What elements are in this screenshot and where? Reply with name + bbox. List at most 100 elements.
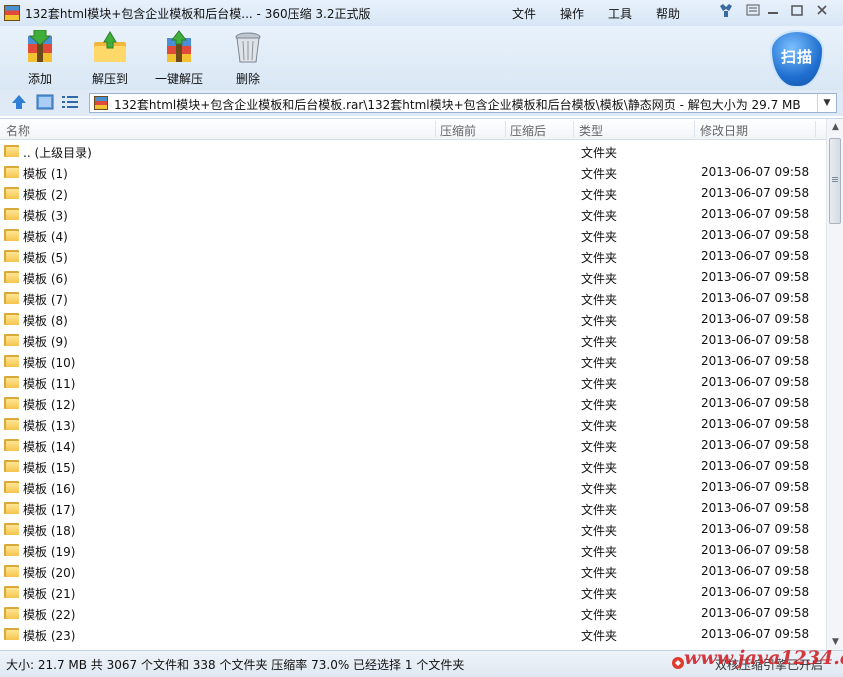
chevron-down-icon[interactable]: ▼ — [817, 94, 836, 112]
scroll-up-icon[interactable]: ▲ — [827, 119, 843, 136]
file-date: 2013-06-07 09:58 — [701, 627, 810, 641]
table-row[interactable]: 模板 (1) 文件夹 2013-06-07 09:58 — [0, 161, 826, 182]
table-row[interactable]: 模板 (12) 文件夹 2013-06-07 09:58 — [0, 392, 826, 413]
file-date: 2013-06-07 09:58 — [701, 564, 810, 578]
close-icon[interactable] — [811, 3, 833, 21]
column-size-after[interactable]: 压缩后 — [510, 122, 546, 139]
table-row[interactable]: 模板 (13) 文件夹 2013-06-07 09:58 — [0, 413, 826, 434]
menu-file[interactable]: 文件 — [500, 4, 548, 23]
file-name: 模板 (20) — [23, 566, 76, 580]
file-date: 2013-06-07 09:58 — [701, 543, 810, 557]
column-divider[interactable] — [573, 121, 574, 137]
table-row[interactable]: 模板 (19) 文件夹 2013-06-07 09:58 — [0, 539, 826, 560]
file-type: 文件夹 — [581, 251, 618, 265]
one-click-extract-button[interactable]: 一键解压 — [153, 30, 205, 87]
extract-to-button[interactable]: 解压到 — [88, 30, 132, 87]
file-date: 2013-06-07 09:58 — [701, 417, 810, 431]
add-label: 添加 — [27, 72, 52, 86]
one-click-extract-label: 一键解压 — [154, 72, 203, 86]
table-row[interactable]: 模板 (8) 文件夹 2013-06-07 09:58 — [0, 308, 826, 329]
column-name[interactable]: 名称 — [6, 122, 30, 139]
table-row[interactable]: 模板 (9) 文件夹 2013-06-07 09:58 — [0, 329, 826, 350]
table-row[interactable]: 模板 (14) 文件夹 2013-06-07 09:58 — [0, 434, 826, 455]
file-name: 模板 (14) — [23, 440, 76, 454]
table-row[interactable]: 模板 (7) 文件夹 2013-06-07 09:58 — [0, 287, 826, 308]
file-type: 文件夹 — [581, 356, 618, 370]
delete-button[interactable]: 删除 — [230, 30, 266, 87]
column-divider[interactable] — [505, 121, 506, 137]
table-row[interactable]: 模板 (11) 文件夹 2013-06-07 09:58 — [0, 371, 826, 392]
view-large-icon[interactable] — [36, 94, 54, 110]
add-button[interactable]: 添加 — [20, 29, 60, 87]
file-name: 模板 (1) — [23, 167, 68, 181]
file-name: 模板 (3) — [23, 209, 68, 223]
up-arrow-icon[interactable] — [10, 94, 28, 110]
extract-to-label: 解压到 — [91, 72, 128, 86]
toolbar: 添加 解压到 一键解压 删除 扫描 — [0, 26, 843, 90]
parent-directory-row[interactable]: .. (上级目录) 文件夹 — [0, 140, 826, 161]
file-type: 文件夹 — [581, 188, 618, 202]
file-type: 文件夹 — [581, 146, 618, 160]
restore-icon[interactable] — [786, 3, 808, 21]
table-row[interactable]: 模板 (3) 文件夹 2013-06-07 09:58 — [0, 203, 826, 224]
folder-icon — [4, 395, 19, 409]
skin-settings-icon[interactable] — [715, 3, 737, 21]
vertical-scrollbar[interactable]: ▲ ▼ — [826, 119, 843, 651]
table-row[interactable]: 模板 (23) 文件夹 2013-06-07 09:58 — [0, 623, 826, 644]
folder-icon — [4, 437, 19, 451]
scan-button[interactable]: 扫描 — [770, 30, 824, 88]
file-date: 2013-06-07 09:58 — [701, 228, 810, 242]
table-row[interactable]: 模板 (4) 文件夹 2013-06-07 09:58 — [0, 224, 826, 245]
menu-action[interactable]: 操作 — [548, 4, 596, 23]
file-type: 文件夹 — [581, 503, 618, 517]
table-row[interactable]: 模板 (16) 文件夹 2013-06-07 09:58 — [0, 476, 826, 497]
folder-icon — [4, 206, 19, 220]
table-row[interactable]: 模板 (17) 文件夹 2013-06-07 09:58 — [0, 497, 826, 518]
table-row[interactable]: 模板 (21) 文件夹 2013-06-07 09:58 — [0, 581, 826, 602]
column-size-before[interactable]: 压缩前 — [440, 122, 476, 139]
file-date: 2013-06-07 09:58 — [701, 354, 810, 368]
path-text: 132套html模块+包含企业模板和后台模板.rar\132套html模块+包含… — [114, 98, 801, 112]
add-archive-icon — [22, 29, 58, 64]
folder-icon — [4, 290, 19, 304]
folder-icon — [4, 143, 19, 157]
folder-icon — [4, 374, 19, 388]
trash-can-icon — [230, 30, 266, 64]
scroll-thumb[interactable] — [829, 138, 841, 224]
menu-tools[interactable]: 工具 — [596, 4, 644, 23]
table-row[interactable]: 模板 (10) 文件夹 2013-06-07 09:58 — [0, 350, 826, 371]
table-row[interactable]: 模板 (18) 文件夹 2013-06-07 09:58 — [0, 518, 826, 539]
column-modified[interactable]: 修改日期 — [700, 122, 748, 139]
title-bar[interactable]: 132套html模块+包含企业模板和后台模... - 360压缩 3.2正式版 … — [0, 0, 843, 26]
column-divider[interactable] — [694, 121, 695, 137]
extract-folder-icon — [92, 30, 128, 64]
path-field[interactable]: 132套html模块+包含企业模板和后台模板.rar\132套html模块+包含… — [89, 93, 837, 113]
file-type: 文件夹 — [581, 377, 618, 391]
file-type: 文件夹 — [581, 398, 618, 412]
file-name: 模板 (9) — [23, 335, 68, 349]
column-divider[interactable] — [815, 121, 816, 137]
column-divider[interactable] — [435, 121, 436, 137]
table-row[interactable]: 模板 (6) 文件夹 2013-06-07 09:58 — [0, 266, 826, 287]
file-date: 2013-06-07 09:58 — [701, 291, 810, 305]
menu-options-icon[interactable] — [742, 3, 764, 21]
archive-app-icon — [4, 5, 20, 21]
file-date: 2013-06-07 09:58 — [701, 333, 810, 347]
table-row[interactable]: 模板 (2) 文件夹 2013-06-07 09:58 — [0, 182, 826, 203]
column-type[interactable]: 类型 — [579, 122, 603, 139]
file-date: 2013-06-07 09:58 — [701, 438, 810, 452]
minimize-icon[interactable] — [762, 3, 784, 21]
file-type: 文件夹 — [581, 314, 618, 328]
file-type: 文件夹 — [581, 482, 618, 496]
list-header: 名称 压缩前 压缩后 类型 修改日期 — [0, 119, 826, 140]
table-row[interactable]: 模板 (22) 文件夹 2013-06-07 09:58 — [0, 602, 826, 623]
file-date: 2013-06-07 09:58 — [701, 186, 810, 200]
table-row[interactable]: 模板 (20) 文件夹 2013-06-07 09:58 — [0, 560, 826, 581]
view-list-icon[interactable] — [61, 94, 79, 110]
table-row[interactable]: 模板 (15) 文件夹 2013-06-07 09:58 — [0, 455, 826, 476]
menu-help[interactable]: 帮助 — [644, 4, 692, 23]
table-row[interactable]: 模板 (5) 文件夹 2013-06-07 09:58 — [0, 245, 826, 266]
folder-icon — [4, 227, 19, 241]
file-date: 2013-06-07 09:58 — [701, 375, 810, 389]
file-name: 模板 (13) — [23, 419, 76, 433]
